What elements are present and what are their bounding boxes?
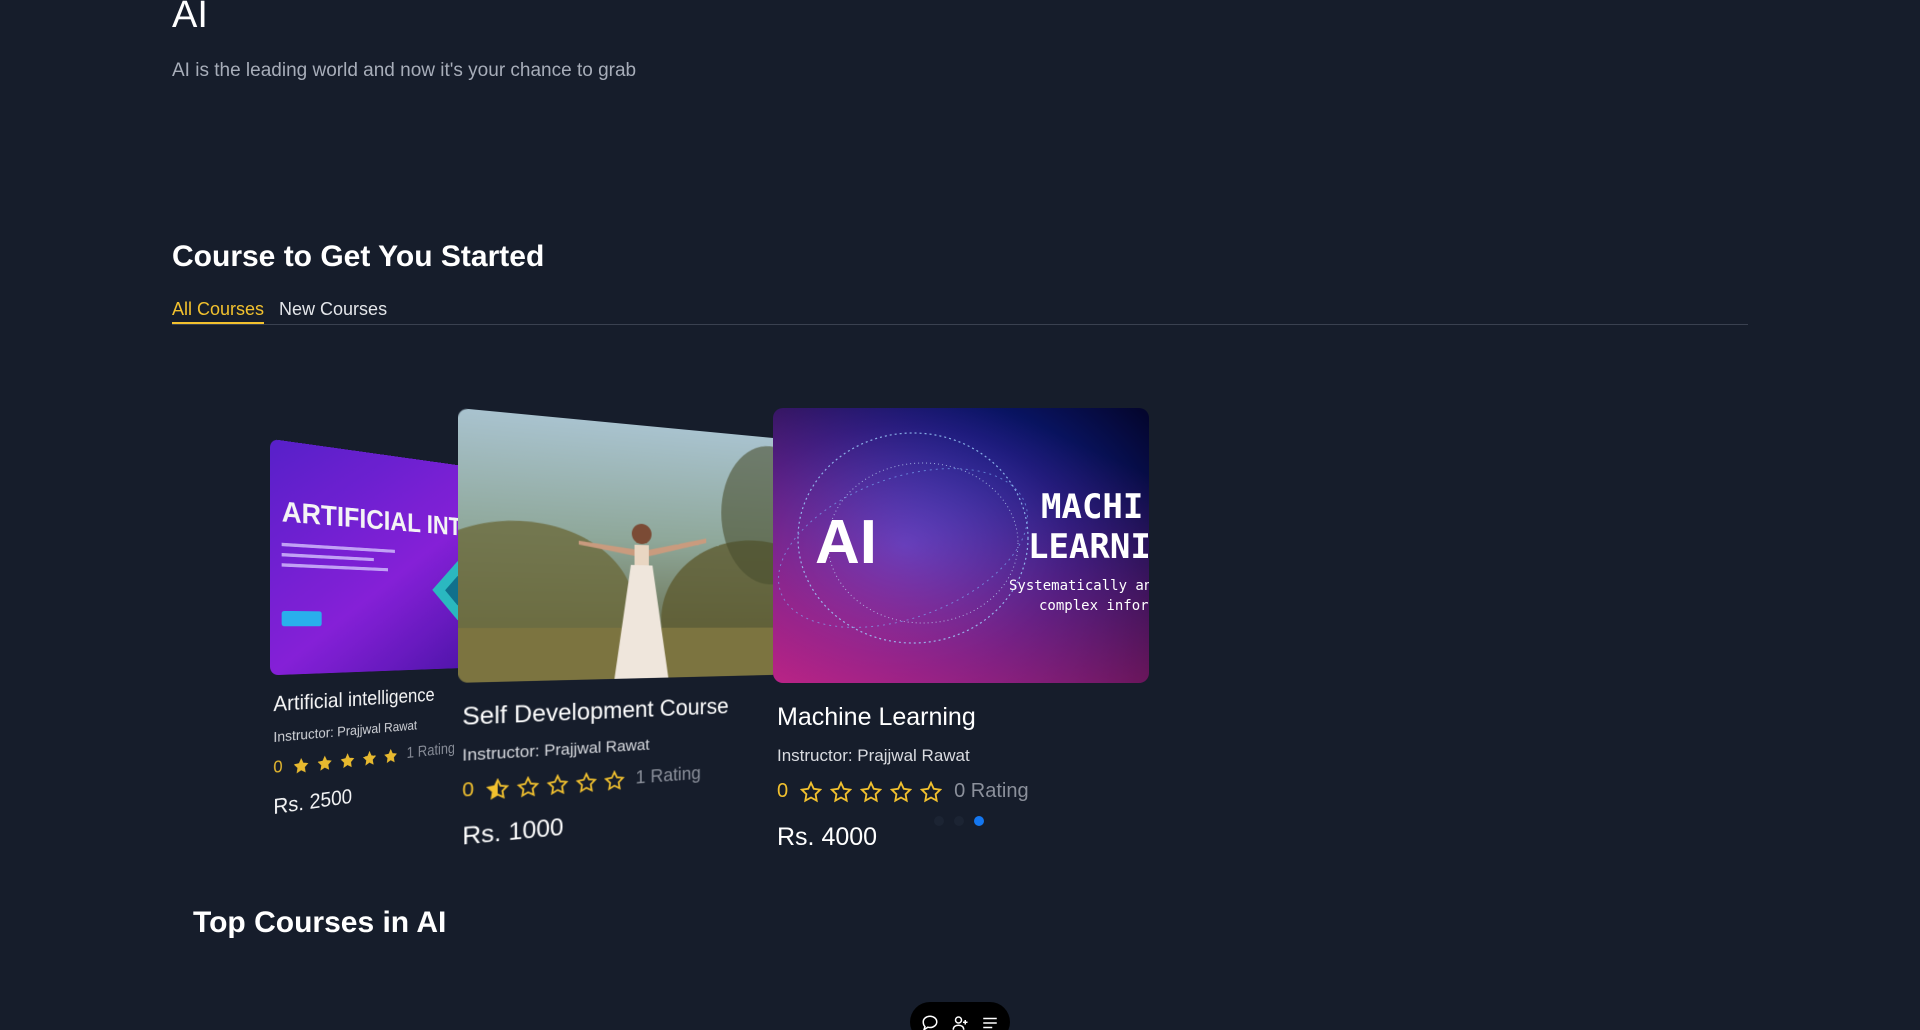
course-rating: 0 0 Rating xyxy=(777,780,1145,803)
self-development-course-image xyxy=(458,408,799,683)
carousel-pagination xyxy=(934,816,984,826)
star-outline-icon xyxy=(890,780,913,802)
hero-title: AI xyxy=(172,0,208,36)
course-thumbnail: AI MACHI LEARNIN Systematically analy co… xyxy=(773,408,1149,683)
course-card-machine-learning[interactable]: AI MACHI LEARNIN Systematically analy co… xyxy=(773,408,1149,851)
star-icon xyxy=(384,747,398,764)
page: AI AI is the leading world and now it's … xyxy=(0,0,1920,1030)
section-title-top-courses: Top Courses in AI xyxy=(193,906,447,939)
star-icon xyxy=(362,749,377,766)
rating-stars xyxy=(486,769,624,800)
svg-text:MACHI: MACHI xyxy=(1041,487,1143,527)
tab-new-courses[interactable]: New Courses xyxy=(279,298,387,324)
rating-count: 1 Rating xyxy=(406,740,455,762)
star-outline-icon xyxy=(576,771,597,793)
star-outline-icon xyxy=(604,769,624,791)
svg-text:Systematically analy: Systematically analy xyxy=(1009,578,1149,594)
tab-all-courses[interactable]: All Courses xyxy=(172,298,265,324)
star-outline-icon xyxy=(830,780,853,802)
rating-count: 0 Rating xyxy=(954,780,1029,802)
star-outline-icon xyxy=(517,775,539,798)
chat-icon[interactable] xyxy=(921,1014,939,1030)
course-tabs: All Courses New Courses xyxy=(172,298,1748,325)
rating-value: 0 xyxy=(273,757,283,778)
course-rating: 0 1 Rating xyxy=(462,757,795,803)
section-title-courses: Course to Get You Started xyxy=(172,240,545,273)
menu-list-icon[interactable] xyxy=(981,1014,999,1030)
floating-toolbar xyxy=(910,1002,1010,1030)
star-icon xyxy=(293,756,309,774)
svg-text:LEARNIN: LEARNIN xyxy=(1028,527,1149,567)
svg-text:AI: AI xyxy=(815,508,877,577)
course-card-self-development[interactable]: Self Development Course Instructor: Praj… xyxy=(458,408,799,851)
carousel-dot[interactable] xyxy=(954,816,964,826)
hero-subtitle: AI is the leading world and now it's you… xyxy=(172,60,637,81)
star-outline-icon xyxy=(920,780,943,802)
course-carousel[interactable]: ARTIFICIAL INTELLIGENCE Artificial intel… xyxy=(0,390,1920,860)
rating-count: 1 Rating xyxy=(635,763,701,789)
course-price: Rs. 1000 xyxy=(462,813,564,851)
rating-value: 0 xyxy=(462,778,474,802)
star-outline-icon xyxy=(860,780,883,802)
add-user-icon[interactable] xyxy=(951,1014,969,1030)
rating-value: 0 xyxy=(777,780,789,802)
course-title[interactable]: Self Development Course xyxy=(462,691,795,731)
rating-stars xyxy=(800,780,943,803)
course-thumbnail xyxy=(458,408,799,683)
rating-stars xyxy=(292,746,398,775)
star-icon xyxy=(317,754,332,771)
star-half-icon xyxy=(486,777,509,800)
course-price: Rs. 4000 xyxy=(777,823,878,851)
star-icon xyxy=(340,752,355,768)
svg-text:complex informa: complex informa xyxy=(1039,598,1149,614)
course-instructor: Instructor: Prajjwal Rawat xyxy=(777,746,970,765)
carousel-dot[interactable] xyxy=(934,816,944,826)
star-outline-icon xyxy=(547,773,568,796)
machine-learning-course-image: AI MACHI LEARNIN Systematically analy co… xyxy=(773,408,1149,683)
course-title[interactable]: Machine Learning xyxy=(777,703,1145,732)
star-outline-icon xyxy=(800,780,823,802)
carousel-dot-active[interactable] xyxy=(974,816,984,826)
